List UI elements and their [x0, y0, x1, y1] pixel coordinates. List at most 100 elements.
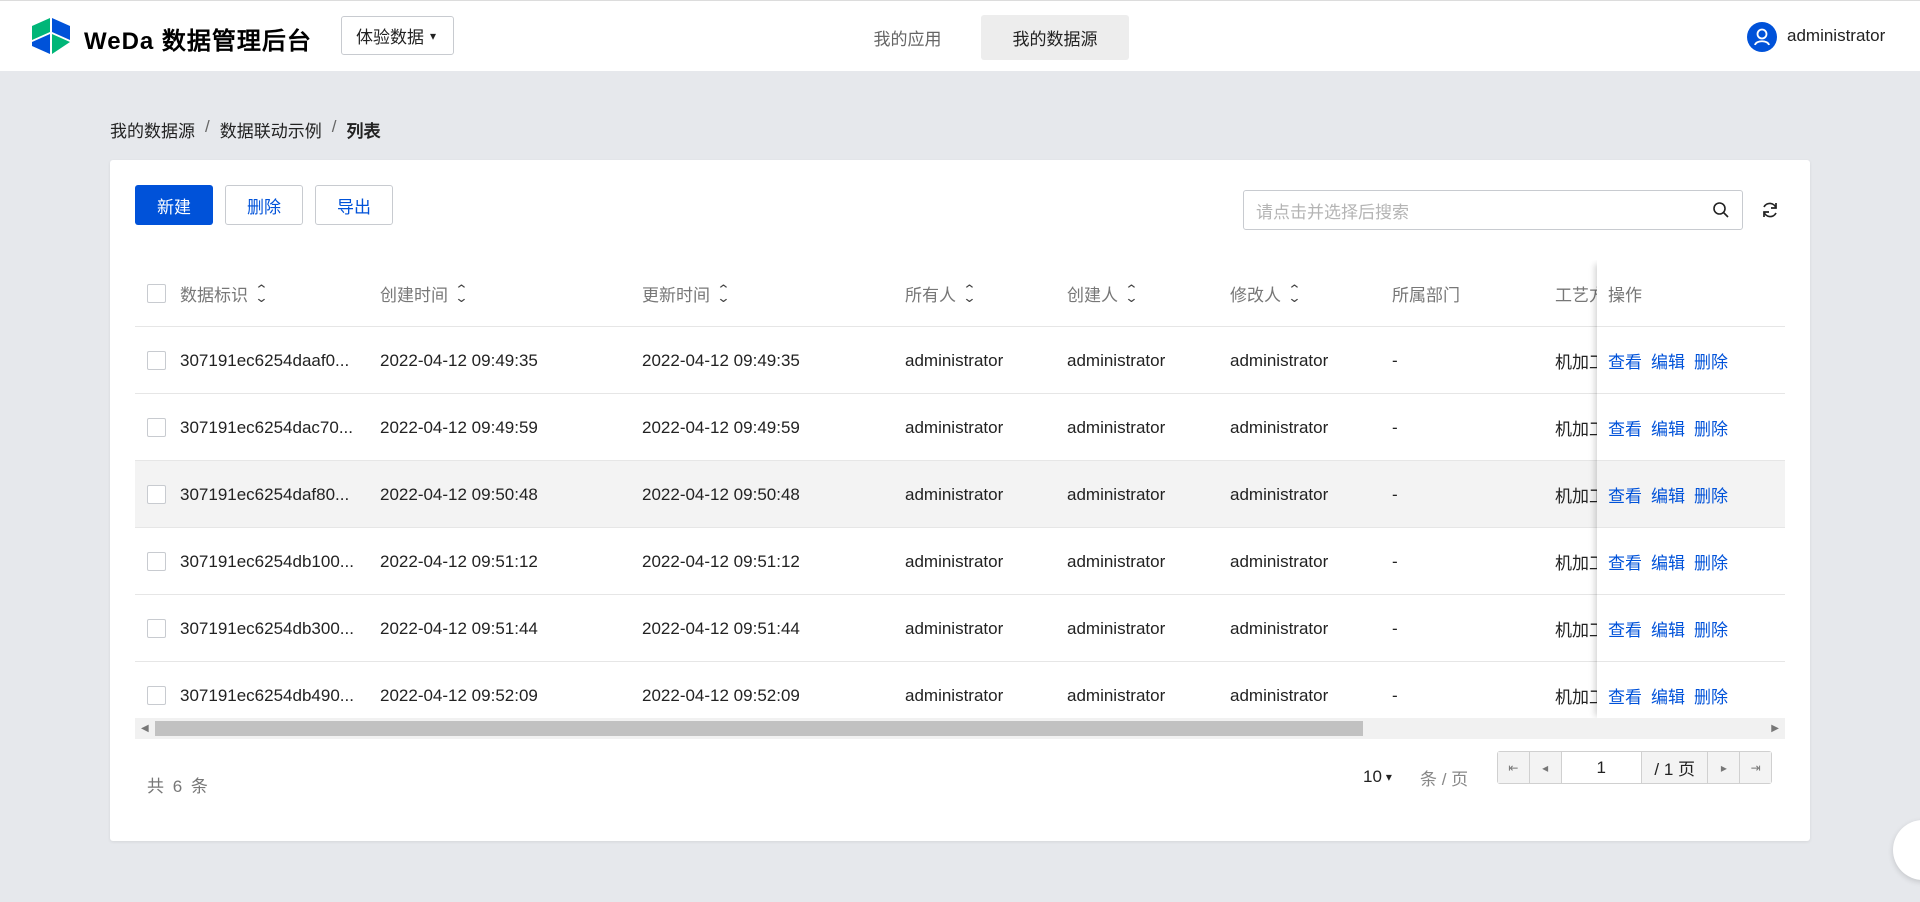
actions-header: 操作 — [1597, 260, 1785, 327]
edit-link[interactable]: 编辑 — [1651, 683, 1685, 708]
user-name[interactable]: administrator — [1787, 26, 1885, 46]
scrollbar-thumb[interactable] — [155, 721, 1363, 736]
action-row: 查看 编辑 删除 — [1597, 595, 1785, 662]
header-data-id[interactable]: 数据标识 ⌃ ⌄ — [180, 260, 269, 327]
prev-page-icon[interactable]: ◂ — [1529, 752, 1562, 783]
table-row: 307191ec6254daaf0... 2022-04-12 09:49:35 2… — [135, 327, 1785, 394]
refresh-icon[interactable] — [1760, 200, 1780, 220]
header-modifier[interactable]: 修改人 ⌃ ⌄ — [1230, 260, 1302, 327]
sort-icon[interactable]: ⌃ ⌄ — [454, 283, 468, 304]
env-dropdown-label: 体验数据 — [356, 28, 424, 47]
user-avatar-icon[interactable] — [1747, 22, 1777, 52]
table-row: 307191ec6254db300... 2022-04-12 09:51:44 2… — [135, 595, 1785, 662]
action-row: 查看 编辑 删除 — [1597, 394, 1785, 461]
cell-creator: administrator — [1067, 551, 1166, 571]
nav-my-datasources[interactable]: 我的数据源 — [981, 15, 1129, 60]
sort-icon[interactable]: ⌃ ⌄ — [1124, 283, 1138, 304]
select-all-checkbox[interactable] — [147, 284, 166, 303]
cell-created: 2022-04-12 09:50:48 — [380, 484, 538, 504]
cell-creator: administrator — [1067, 685, 1166, 705]
cell-modifier: administrator — [1230, 551, 1329, 571]
delete-link[interactable]: 删除 — [1694, 415, 1728, 440]
pagination: ⇤ ◂ 1 / 1 页 ▸ ⇥ — [1497, 751, 1772, 784]
cell-created: 2022-04-12 09:51:44 — [380, 618, 538, 638]
cell-updated: 2022-04-12 09:51:12 — [642, 551, 800, 571]
table-header: 数据标识 ⌃ ⌄ 创建时间 ⌃ ⌄ 更新时间 ⌃ ⌄ 所有人 ⌃ ⌄ 创建人 ⌃ ⌄ 修改人 ⌃ ⌄ 所… — [135, 260, 1785, 327]
edit-link[interactable]: 编辑 — [1651, 549, 1685, 574]
delete-button[interactable]: 删除 — [225, 185, 303, 225]
header-creator[interactable]: 创建人 ⌃ ⌄ — [1067, 260, 1139, 327]
search-input[interactable]: 请点击并选择后搜索 — [1243, 190, 1743, 230]
breadcrumb-linkage-example[interactable]: 数据联动示例 — [220, 117, 322, 142]
header-updated[interactable]: 更新时间 ⌃ ⌄ — [642, 260, 731, 327]
view-link[interactable]: 查看 — [1608, 348, 1642, 373]
header-owner[interactable]: 所有人 ⌃ ⌄ — [905, 260, 977, 327]
per-page-label: 条 / 页 — [1420, 769, 1469, 789]
header-created[interactable]: 创建时间 ⌃ ⌄ — [380, 260, 469, 327]
cell-modifier: administrator — [1230, 350, 1329, 370]
edit-link[interactable]: 编辑 — [1651, 616, 1685, 641]
cell-owner: administrator — [905, 618, 1004, 638]
delete-link[interactable]: 删除 — [1694, 482, 1728, 507]
new-button[interactable]: 新建 — [135, 185, 213, 225]
table-row: 307191ec6254daf80... 2022-04-12 09:50:48 2… — [135, 461, 1785, 528]
edit-link[interactable]: 编辑 — [1651, 415, 1685, 440]
view-link[interactable]: 查看 — [1608, 616, 1642, 641]
breadcrumb: 我的数据源 / 数据联动示例 / 列表 — [110, 117, 380, 142]
cell-data-id: 307191ec6254daaf0... — [180, 350, 350, 370]
cell-creator: administrator — [1067, 484, 1166, 504]
horizontal-scrollbar[interactable]: ◀ ▶ — [135, 718, 1785, 739]
page-size-select[interactable]: 10 ▾ — [1363, 760, 1392, 794]
sort-icon[interactable]: ⌃ ⌄ — [254, 283, 268, 304]
edit-link[interactable]: 编辑 — [1651, 348, 1685, 373]
scroll-left-icon[interactable]: ◀ — [141, 723, 149, 734]
total-pages: / 1 页 — [1640, 752, 1708, 783]
row-checkbox[interactable] — [147, 418, 166, 437]
delete-link[interactable]: 删除 — [1694, 616, 1728, 641]
sort-icon[interactable]: ⌃ ⌄ — [1287, 283, 1301, 304]
next-page-icon[interactable]: ▸ — [1707, 752, 1740, 783]
env-dropdown[interactable]: 体验数据 ▾ — [341, 16, 454, 55]
scroll-right-icon[interactable]: ▶ — [1771, 723, 1779, 734]
row-checkbox[interactable] — [147, 619, 166, 638]
delete-link[interactable]: 删除 — [1694, 683, 1728, 708]
action-row: 查看 编辑 删除 — [1597, 327, 1785, 394]
row-checkbox[interactable] — [147, 485, 166, 504]
sort-icon[interactable]: ⌃ ⌄ — [716, 283, 730, 304]
top-bar: WeDa 数据管理后台 体验数据 ▾ 我的应用 我的数据源 administra… — [0, 0, 1920, 71]
cell-creator: administrator — [1067, 350, 1166, 370]
cell-data-id: 307191ec6254daf80... — [180, 484, 350, 504]
header-actions: 操作 — [1608, 286, 1642, 305]
edit-link[interactable]: 编辑 — [1651, 482, 1685, 507]
row-checkbox[interactable] — [147, 552, 166, 571]
first-page-icon[interactable]: ⇤ — [1498, 752, 1530, 783]
export-button[interactable]: 导出 — [315, 185, 393, 225]
last-page-icon[interactable]: ⇥ — [1739, 752, 1771, 783]
view-link[interactable]: 查看 — [1608, 549, 1642, 574]
page-number-input[interactable]: 1 — [1561, 752, 1641, 783]
cell-created: 2022-04-12 09:49:59 — [380, 417, 538, 437]
view-link[interactable]: 查看 — [1608, 683, 1642, 708]
view-link[interactable]: 查看 — [1608, 482, 1642, 507]
chevron-down-icon: ▾ — [430, 28, 437, 43]
cell-data-id: 307191ec6254db490... — [180, 685, 354, 705]
view-link[interactable]: 查看 — [1608, 415, 1642, 440]
row-checkbox[interactable] — [147, 351, 166, 370]
cell-modifier: administrator — [1230, 484, 1329, 504]
delete-link[interactable]: 删除 — [1694, 549, 1728, 574]
sort-icon[interactable]: ⌃ ⌄ — [962, 283, 976, 304]
search-icon[interactable] — [1712, 201, 1730, 219]
cell-dept: - — [1392, 551, 1398, 571]
cell-updated: 2022-04-12 09:49:35 — [642, 350, 800, 370]
cell-owner: administrator — [905, 417, 1004, 437]
cell-data-id: 307191ec6254db300... — [180, 618, 354, 638]
delete-link[interactable]: 删除 — [1694, 348, 1728, 373]
table-row: 307191ec6254db100... 2022-04-12 09:51:12 2… — [135, 528, 1785, 595]
row-checkbox[interactable] — [147, 686, 166, 705]
cell-created: 2022-04-12 09:52:09 — [380, 685, 538, 705]
cell-modifier: administrator — [1230, 618, 1329, 638]
cell-dept: - — [1392, 484, 1398, 504]
nav-my-apps[interactable]: 我的应用 — [855, 15, 960, 60]
breadcrumb-datasources[interactable]: 我的数据源 — [110, 117, 195, 142]
floating-help-button[interactable] — [1893, 820, 1920, 880]
